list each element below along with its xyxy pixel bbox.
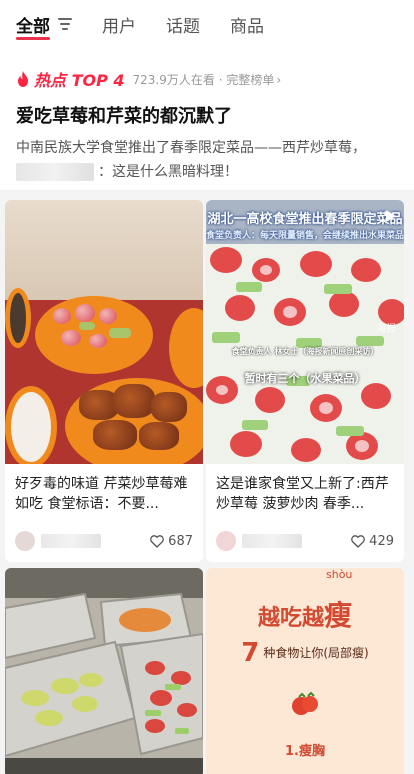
- avatar[interactable]: [15, 531, 35, 551]
- pinyin-text: shòu: [326, 568, 353, 581]
- note-cover-image: 湖北一高校食堂推出春季限定菜品 食堂负责人：每天限量销售，会继续推出水果菜品 食…: [206, 200, 404, 464]
- infographic-item: 1.瘦胸: [285, 744, 325, 759]
- note-title: 这是谁家食堂又上新了:西芹炒草莓 菠萝炒肉 春季...: [216, 476, 389, 512]
- hot-desc-line1: 中南民族大学食堂推出了春季限定菜品——西芹炒草莓，: [16, 140, 366, 156]
- infographic-subtitle: 7 种食物让你(局部瘦): [206, 638, 404, 668]
- watermark: 海报: [376, 324, 396, 335]
- tab-topics[interactable]: 话题: [166, 0, 200, 48]
- tab-users-label: 用户: [102, 16, 136, 37]
- tab-products[interactable]: 商品: [230, 0, 264, 48]
- fire-icon: [18, 71, 28, 87]
- tab-products-label: 商品: [230, 16, 264, 37]
- avatar[interactable]: [216, 531, 236, 551]
- tab-topics-label: 话题: [166, 16, 200, 37]
- hot-topic-title[interactable]: 爱吃草莓和芹菜的都沉默了: [16, 104, 398, 130]
- chevron-right-icon: ›: [276, 72, 282, 87]
- like-count: 429: [369, 533, 394, 549]
- note-title: 好歹毒的味道 芹菜炒草莓难如吃 食堂标语：不要...: [15, 476, 188, 512]
- note-card[interactable]: shòu 越吃越瘦 7 种食物让你(局部瘦) 1.瘦胸: [206, 568, 404, 774]
- hot-meta-text: 723.9万人在看 · 完整榜单: [132, 72, 275, 87]
- hot-topic-card[interactable]: 热点 TOP 4 723.9万人在看 · 完整榜单 › 爱吃草莓和芹菜的都沉默了 …: [0, 48, 414, 190]
- note-cover-image: [5, 200, 203, 464]
- note-cover-image: shòu 越吃越瘦 7 种食物让你(局部瘦) 1.瘦胸: [206, 568, 404, 774]
- image-caption: 暂时有三个（水果菜品）: [244, 372, 366, 385]
- blurred-author-name[interactable]: [242, 534, 302, 548]
- hot-desc-line2: ：这是什么黑暗料理！: [98, 164, 238, 180]
- search-tab-bar: 全部 用户 话题 商品: [0, 0, 414, 48]
- image-caption: 食堂负责人 林女士（海报新闻原创采访）: [231, 347, 379, 356]
- tab-all-label: 全部: [16, 16, 50, 37]
- results-grid: 好歹毒的味道 芹菜炒草莓难如吃 食堂标语：不要... 687 湖北一高校食堂推出…: [0, 196, 414, 774]
- image-caption: 湖北一高校食堂推出春季限定菜品: [207, 212, 403, 227]
- infographic-title-b: 瘦: [324, 599, 353, 632]
- blurred-author-name[interactable]: [41, 534, 101, 548]
- infographic-number: 7: [241, 638, 260, 668]
- like-button[interactable]: 687: [150, 534, 193, 549]
- hot-topic-description: 中南民族大学食堂推出了春季限定菜品——西芹炒草莓， ：这是什么黑暗料理！: [16, 136, 398, 184]
- note-card[interactable]: [5, 568, 203, 774]
- buffet-photo: [5, 568, 203, 774]
- hot-topic-header: 热点 TOP 4 723.9万人在看 · 完整榜单 ›: [16, 64, 398, 94]
- like-button[interactable]: 429: [351, 534, 394, 549]
- like-count: 687: [168, 533, 193, 549]
- heart-icon: [150, 534, 165, 548]
- note-card[interactable]: 好歹毒的味道 芹菜炒草莓难如吃 食堂标语：不要... 687: [5, 200, 203, 562]
- hot-rank-label: 热点 TOP 4: [34, 71, 125, 90]
- tomato-icon: [292, 691, 318, 715]
- blurred-username: [16, 163, 94, 181]
- heart-icon: [351, 534, 366, 548]
- note-cover-image: [5, 568, 203, 774]
- tab-users[interactable]: 用户: [102, 0, 136, 48]
- filter-icon[interactable]: [58, 18, 72, 30]
- infographic-sub-text: 种食物让你(局部瘦): [263, 646, 369, 660]
- infographic-title: 越吃越瘦: [206, 594, 404, 634]
- video-play-icon: [386, 210, 396, 222]
- note-card[interactable]: 湖北一高校食堂推出春季限定菜品 食堂负责人：每天限量销售，会继续推出水果菜品 食…: [206, 200, 404, 562]
- tab-all[interactable]: 全部: [16, 0, 72, 48]
- note-footer: 429: [206, 524, 404, 562]
- infographic-title-a: 越吃越: [257, 606, 324, 631]
- hot-view-count[interactable]: 723.9万人在看 · 完整榜单 ›: [133, 71, 282, 88]
- note-footer: 687: [5, 524, 203, 562]
- image-caption: 食堂负责人：每天限量销售，会继续推出水果菜品: [206, 231, 404, 241]
